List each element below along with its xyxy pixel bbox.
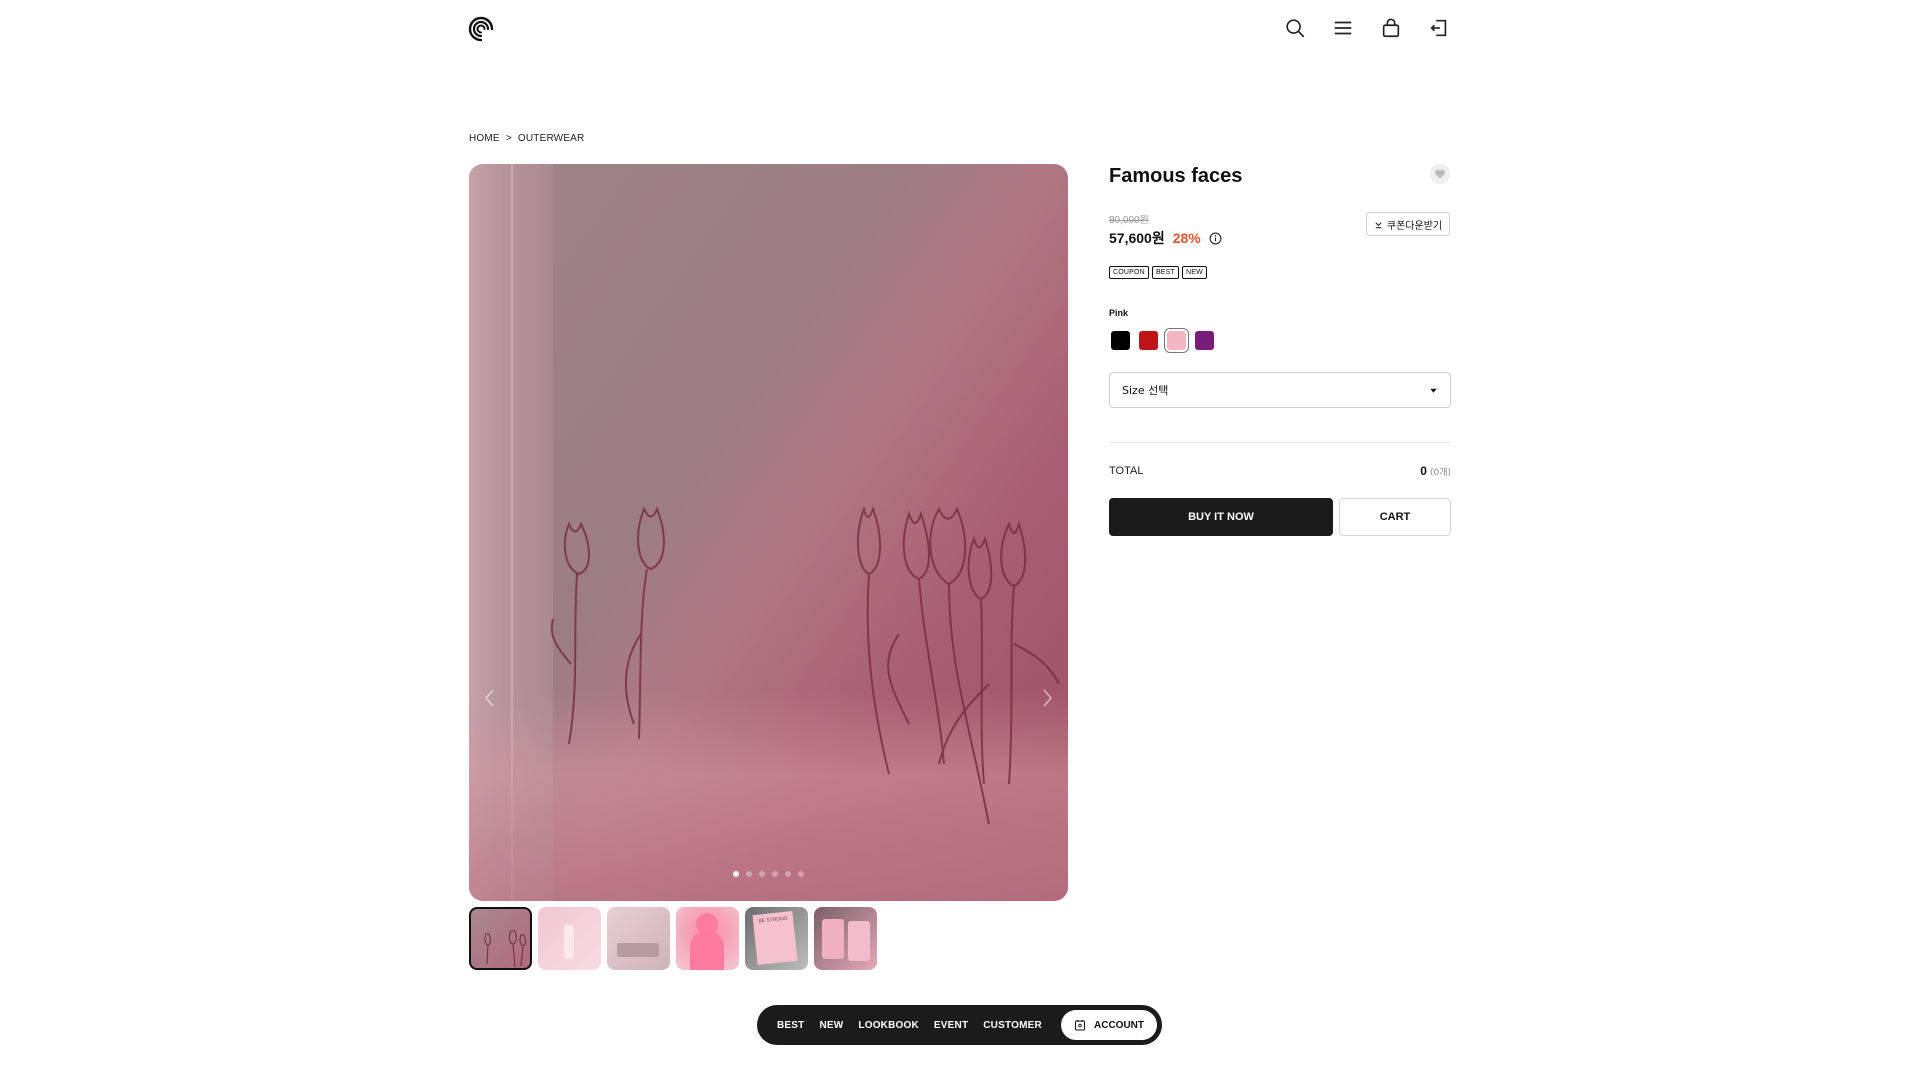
- total-value: 0: [1420, 464, 1427, 478]
- thumbnail-can-2: [848, 921, 870, 961]
- original-price: 80,000원: [1109, 215, 1149, 226]
- sale-price: 57,600원: [1109, 230, 1165, 246]
- nav-account-label: ACCOUNT: [1094, 1019, 1144, 1031]
- badge-coupon: COUPON: [1109, 266, 1149, 279]
- carousel-dot[interactable]: [759, 871, 765, 877]
- nav-item-event[interactable]: EVENT: [934, 1020, 968, 1031]
- nav-item-customer[interactable]: CUSTOMER: [983, 1020, 1042, 1031]
- thumbnail-can-1: [822, 919, 844, 959]
- badge-best: BEST: [1151, 266, 1180, 279]
- chevron-right-icon: [1043, 689, 1052, 707]
- nav-item-best[interactable]: BEST: [777, 1020, 804, 1031]
- thumbnail-poster: BE STRONG: [752, 911, 798, 965]
- thumbnail-2[interactable]: [538, 907, 601, 970]
- total-count: (0개): [1429, 468, 1451, 478]
- color-swatch[interactable]: [1139, 331, 1158, 350]
- color-swatch[interactable]: [1164, 328, 1189, 353]
- thumbnail-tulip-graphic: [484, 930, 526, 968]
- carousel-dot[interactable]: [798, 871, 804, 877]
- prev-image-arrow[interactable]: [481, 686, 499, 710]
- badge-new: NEW: [1182, 266, 1207, 279]
- color-swatch[interactable]: [1195, 331, 1214, 350]
- chevron-left-icon: [485, 689, 494, 707]
- tulip-sculpture-illustration: [550, 505, 1060, 825]
- account-icon: [1075, 1020, 1085, 1031]
- selected-color-label: Pink: [1109, 308, 1129, 318]
- total-label: TOTAL: [1109, 465, 1144, 477]
- carousel-dot[interactable]: [746, 871, 752, 877]
- spiral-logo-icon: [468, 16, 494, 42]
- info-icon[interactable]: [1209, 232, 1222, 245]
- carousel-dot[interactable]: [733, 871, 739, 877]
- color-swatch[interactable]: [1111, 331, 1130, 350]
- nav-account-button[interactable]: ACCOUNT: [1061, 1010, 1157, 1040]
- carousel-dot[interactable]: [772, 871, 778, 877]
- search-icon[interactable]: [1283, 16, 1307, 40]
- price-row: 57,600원 28%: [1109, 228, 1222, 248]
- bag-icon[interactable]: [1379, 16, 1403, 40]
- breadcrumb-current[interactable]: OUTERWEAR: [518, 133, 585, 144]
- product-title: Famous faces: [1109, 165, 1243, 187]
- thumbnail-4[interactable]: [676, 907, 739, 970]
- next-image-arrow[interactable]: [1038, 686, 1056, 710]
- carousel-dot[interactable]: [785, 871, 791, 877]
- breadcrumb-separator: >: [505, 133, 512, 144]
- caret-down-icon: [1430, 388, 1437, 393]
- breadcrumb-home[interactable]: HOME: [469, 133, 500, 144]
- product-badges: COUPON BEST NEW: [1109, 266, 1207, 279]
- thumbnail-5[interactable]: BE STRONG: [745, 907, 808, 970]
- product-main-image[interactable]: [469, 164, 1068, 901]
- thumbnail-bottle-shape: [564, 925, 574, 959]
- thumbnail-figure-body: [690, 931, 724, 970]
- login-icon[interactable]: [1427, 16, 1451, 40]
- thumbnail-furniture-shape: [617, 943, 659, 957]
- nav-item-lookbook[interactable]: LOOKBOOK: [858, 1020, 919, 1031]
- size-select[interactable]: Size 선택: [1109, 372, 1451, 408]
- size-select-placeholder: Size 선택: [1122, 384, 1169, 397]
- color-swatches: [1111, 328, 1214, 353]
- thumbnail-6[interactable]: [814, 907, 877, 970]
- coupon-download-button[interactable]: 쿠폰다운받기: [1366, 212, 1450, 236]
- thumbnail-1[interactable]: [469, 907, 532, 970]
- buy-it-now-button[interactable]: BUY IT NOW: [1109, 498, 1333, 536]
- total-amount: 0 (0개): [1420, 464, 1451, 478]
- bottom-navigation: BEST NEW LOOKBOOK EVENT CUSTOMER ACCOUNT: [757, 1005, 1162, 1045]
- thumbnail-strip: BE STRONG: [469, 907, 877, 970]
- breadcrumb: HOME > OUTERWEAR: [469, 133, 584, 144]
- cart-button[interactable]: CART: [1339, 498, 1451, 536]
- site-logo[interactable]: [468, 16, 494, 42]
- download-icon: [1375, 221, 1382, 228]
- carousel-dots: [469, 871, 1068, 877]
- nav-item-new[interactable]: NEW: [819, 1020, 843, 1031]
- menu-icon[interactable]: [1331, 16, 1355, 40]
- header-icons: [1283, 16, 1451, 40]
- heart-icon: [1435, 169, 1445, 179]
- discount-rate: 28%: [1172, 230, 1201, 246]
- coupon-download-label: 쿠폰다운받기: [1386, 220, 1443, 232]
- wishlist-button[interactable]: [1430, 164, 1450, 184]
- thumbnail-3[interactable]: [607, 907, 670, 970]
- section-divider: [1109, 442, 1451, 443]
